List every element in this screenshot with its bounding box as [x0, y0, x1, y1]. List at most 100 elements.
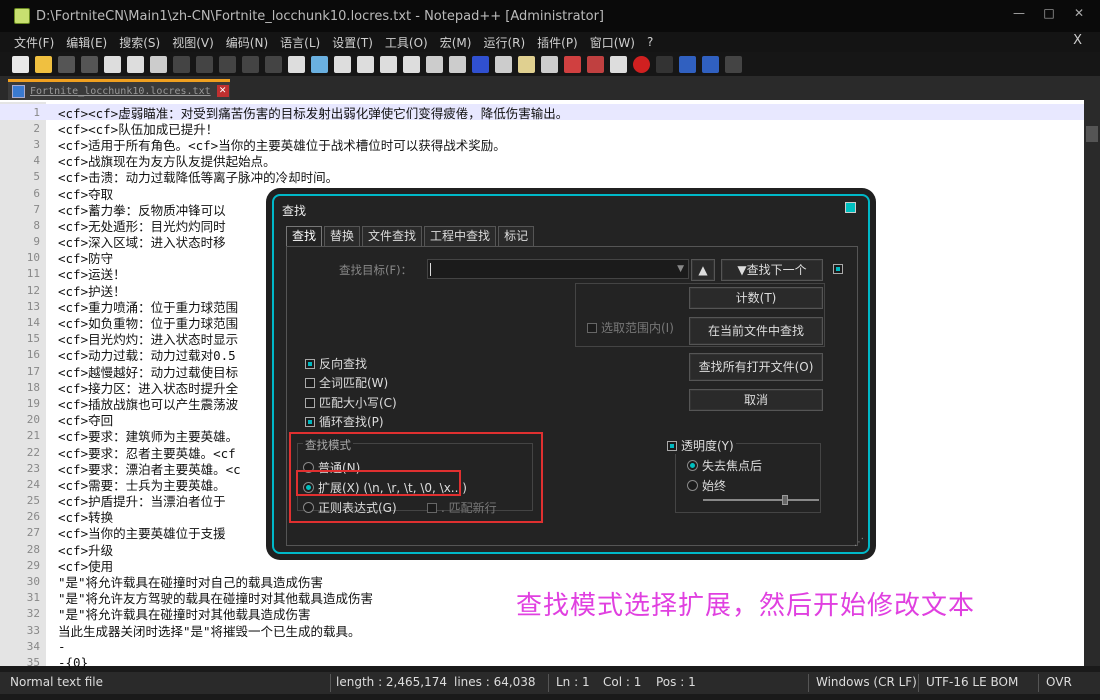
- save-macro-icon[interactable]: [725, 55, 742, 73]
- count-button[interactable]: 计数(T): [689, 287, 823, 309]
- backward-checkbox[interactable]: 反向查找: [305, 355, 367, 372]
- line-number: 14: [26, 316, 40, 330]
- menu-settings[interactable]: 设置(T): [332, 34, 373, 51]
- text-line[interactable]: 2 <cf><cf>队伍加成已提升！: [0, 120, 1084, 137]
- tab-find[interactable]: 查找: [286, 226, 323, 246]
- udl-icon[interactable]: [495, 55, 512, 73]
- on-lose-focus-radio[interactable]: 失去焦点后: [687, 457, 762, 474]
- menu-language[interactable]: 语言(L): [280, 34, 320, 51]
- save-icon[interactable]: [58, 55, 75, 73]
- menu-macro[interactable]: 宏(M): [440, 34, 472, 51]
- tab-mark[interactable]: 标记: [498, 226, 535, 246]
- text-line[interactable]: 5 <cf>击溃：动力过载降低等离子脉冲的冷却时间。: [0, 169, 1084, 185]
- close-all-icon[interactable]: [127, 55, 144, 73]
- dropdown-arrow-icon[interactable]: ▼: [677, 264, 684, 274]
- annotation-text: 查找模式选择扩展，然后开始修改文本: [516, 591, 976, 621]
- tab-document[interactable]: Fortnite_locchunk10.locres.txt ✕: [8, 79, 230, 100]
- slider-knob[interactable]: [782, 495, 789, 505]
- always-radio[interactable]: 始终: [687, 477, 726, 494]
- menu-tools[interactable]: 工具(O): [385, 34, 428, 51]
- find-what-input[interactable]: ▼: [427, 259, 689, 279]
- maximize-button[interactable]: □: [1036, 4, 1062, 22]
- dialog-pin-icon[interactable]: [845, 202, 856, 213]
- show-all-chars-icon[interactable]: [449, 55, 466, 73]
- word-wrap-icon[interactable]: [426, 55, 443, 73]
- text-line[interactable]: 34 -: [0, 638, 1084, 654]
- wrap-around-label: 循环查找(P): [319, 415, 384, 429]
- open-file-icon[interactable]: [35, 55, 52, 73]
- replace-icon[interactable]: [311, 55, 328, 73]
- scrollbar-thumb[interactable]: [1086, 126, 1098, 142]
- resize-grip-icon[interactable]: ⋰: [854, 537, 864, 548]
- backward-label: 反向查找: [319, 357, 368, 371]
- match-case-checkbox[interactable]: 匹配大小写(C): [305, 394, 397, 411]
- undo-icon[interactable]: [242, 55, 259, 73]
- monitoring-icon[interactable]: [587, 55, 604, 73]
- text-line[interactable]: 4 <cf>战旗现在为友方队友提供起始点。: [0, 153, 1084, 169]
- menu-help[interactable]: ?: [647, 35, 653, 49]
- menu-plugins[interactable]: 插件(P): [537, 34, 578, 51]
- transparency-slider[interactable]: [703, 495, 819, 505]
- minimize-button[interactable]: —: [1006, 4, 1032, 22]
- menu-encoding[interactable]: 编码(N): [226, 34, 268, 51]
- sync-vertical-icon[interactable]: [380, 55, 397, 73]
- status-encoding: UTF-16 LE BOM: [926, 675, 1019, 689]
- whole-word-checkbox[interactable]: 全词匹配(W): [305, 374, 388, 391]
- record-macro-icon[interactable]: [633, 55, 650, 73]
- stop-macro-icon[interactable]: [656, 55, 673, 73]
- folder-as-workspace-icon[interactable]: [564, 55, 581, 73]
- cancel-button[interactable]: 取消: [689, 389, 823, 411]
- sync-horizontal-icon[interactable]: [403, 55, 420, 73]
- eye-icon[interactable]: [610, 55, 627, 73]
- menu-view[interactable]: 视图(V): [172, 34, 214, 51]
- find-in-current-button[interactable]: 在当前文件中查找: [689, 317, 823, 345]
- menu-edit[interactable]: 编辑(E): [66, 34, 107, 51]
- new-file-icon[interactable]: [12, 55, 29, 73]
- tab-replace[interactable]: 替换: [324, 226, 361, 246]
- in-selection-checkbox[interactable]: 选取范围内(I): [587, 319, 674, 336]
- play-macro-icon[interactable]: [679, 55, 696, 73]
- tab-close-icon[interactable]: ✕: [216, 85, 229, 97]
- find-all-open-button[interactable]: 查找所有打开文件(O): [689, 353, 823, 381]
- in-selection-label: 选取范围内(I): [601, 321, 674, 335]
- text-line[interactable]: 35 -{0}: [0, 654, 1084, 670]
- redo-icon[interactable]: [265, 55, 282, 73]
- menu-run[interactable]: 运行(R): [483, 34, 525, 51]
- save-all-icon[interactable]: [81, 55, 98, 73]
- tab-find-in-projects[interactable]: 工程中查找: [424, 226, 497, 246]
- transparency-checkbox[interactable]: 透明度(Y): [667, 437, 736, 454]
- indent-guide-icon[interactable]: [472, 55, 489, 73]
- tab-find-in-files[interactable]: 文件查找: [362, 226, 423, 246]
- wrap-around-checkbox[interactable]: 循环查找(P): [305, 413, 384, 430]
- doc-map-icon[interactable]: [518, 55, 535, 73]
- print-icon[interactable]: [150, 55, 167, 73]
- cut-icon[interactable]: [173, 55, 190, 73]
- find-icon[interactable]: [288, 55, 305, 73]
- zoom-out-icon[interactable]: [357, 55, 374, 73]
- search-up-button[interactable]: ▲: [691, 259, 715, 281]
- close-document-button[interactable]: X: [1073, 33, 1082, 48]
- line-number: 13: [26, 299, 40, 313]
- zoom-in-icon[interactable]: [334, 55, 351, 73]
- line-number: 4: [33, 154, 40, 168]
- find-next-option[interactable]: [833, 264, 847, 274]
- find-what-label: 查找目标(F)：: [339, 263, 413, 277]
- text-line[interactable]: 1 <cf><cf>虚弱瞄准：对受到痛苦伤害的目标发射出弱化弹使它们变得疲倦，降低…: [0, 104, 1084, 121]
- line-number: 2: [33, 121, 40, 135]
- copy-icon[interactable]: [196, 55, 213, 73]
- menu-file[interactable]: 文件(F): [14, 34, 54, 51]
- status-pos: Pos : 1: [656, 675, 696, 689]
- line-number: 25: [26, 494, 40, 508]
- close-button[interactable]: ✕: [1066, 4, 1092, 22]
- close-file-icon[interactable]: [104, 55, 121, 73]
- play-multiple-macro-icon[interactable]: [702, 55, 719, 73]
- text-line[interactable]: 33 当此生成器关闭时选择"是"将摧毁一个已生成的载具。: [0, 622, 1084, 639]
- paste-icon[interactable]: [219, 55, 236, 73]
- menu-window[interactable]: 窗口(W): [590, 34, 635, 51]
- text-line[interactable]: 29 <cf>使用: [0, 557, 1084, 574]
- text-line[interactable]: 3 <cf>适用于所有角色。<cf>当你的主要英雄位于战术槽位时可以获得战术奖励。: [0, 136, 1084, 153]
- menu-search[interactable]: 搜索(S): [119, 34, 160, 51]
- vertical-scrollbar[interactable]: [1084, 100, 1100, 666]
- function-list-icon[interactable]: [541, 55, 558, 73]
- find-next-button[interactable]: ▼查找下一个: [721, 259, 823, 281]
